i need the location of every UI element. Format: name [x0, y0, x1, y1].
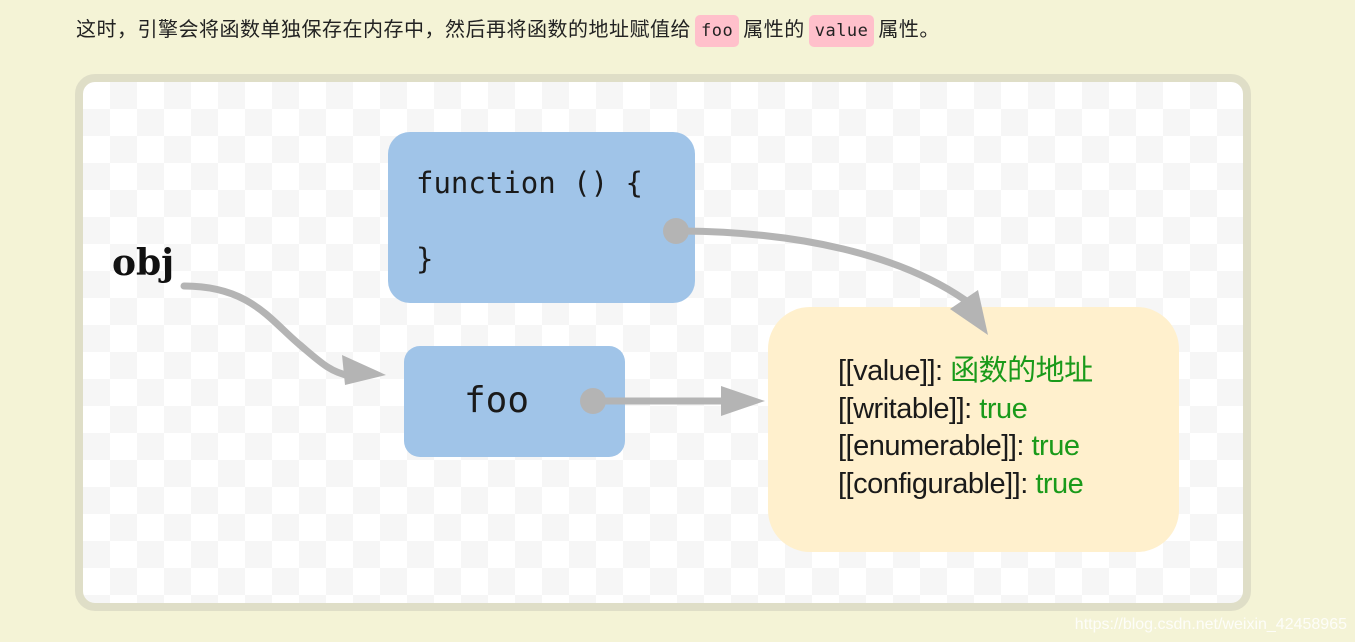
- paragraph-text-middle: 属性的: [743, 17, 805, 41]
- property-descriptor-node: [[value]]: 函数的地址 [[writable]]: true [[en…: [768, 307, 1179, 552]
- property-row-writable: [[writable]]: true: [838, 391, 1093, 429]
- property-row-enumerable: [[enumerable]]: true: [838, 428, 1093, 466]
- inline-code-foo: foo: [695, 14, 740, 47]
- property-list: [[value]]: 函数的地址 [[writable]]: true [[en…: [838, 353, 1093, 503]
- paragraph-text-before: 这时，引擎会将函数单独保存在内存中，然后再将函数的地址赋值给: [76, 17, 691, 41]
- description-paragraph: 这时，引擎会将函数单独保存在内存中，然后再将函数的地址赋值给 foo 属性的 valu…: [76, 12, 940, 47]
- function-node: function () { }: [388, 132, 695, 303]
- property-value: true: [1035, 467, 1084, 500]
- obj-label: obj: [112, 242, 175, 284]
- property-value: true: [979, 392, 1028, 425]
- property-key: [[configurable]]:: [838, 467, 1036, 500]
- property-key: [[writable]]:: [838, 392, 980, 425]
- property-key: [[enumerable]]:: [838, 430, 1032, 462]
- foo-node-label: foo: [464, 380, 530, 421]
- function-line-1: function () {: [416, 166, 643, 200]
- watermark: https://blog.csdn.net/weixin_42458965: [1074, 616, 1347, 633]
- function-line-2: }: [416, 242, 434, 276]
- inline-code-value: value: [808, 14, 875, 47]
- property-key: [[value]]:: [838, 355, 951, 387]
- paragraph-text-after: 属性。: [878, 17, 940, 41]
- property-value: 函数的地址: [950, 355, 1093, 387]
- property-row-value: [[value]]: 函数的地址: [838, 353, 1093, 391]
- property-row-configurable: [[configurable]]: true: [838, 466, 1093, 504]
- foo-node: foo: [404, 346, 625, 457]
- property-value: true: [1031, 430, 1080, 462]
